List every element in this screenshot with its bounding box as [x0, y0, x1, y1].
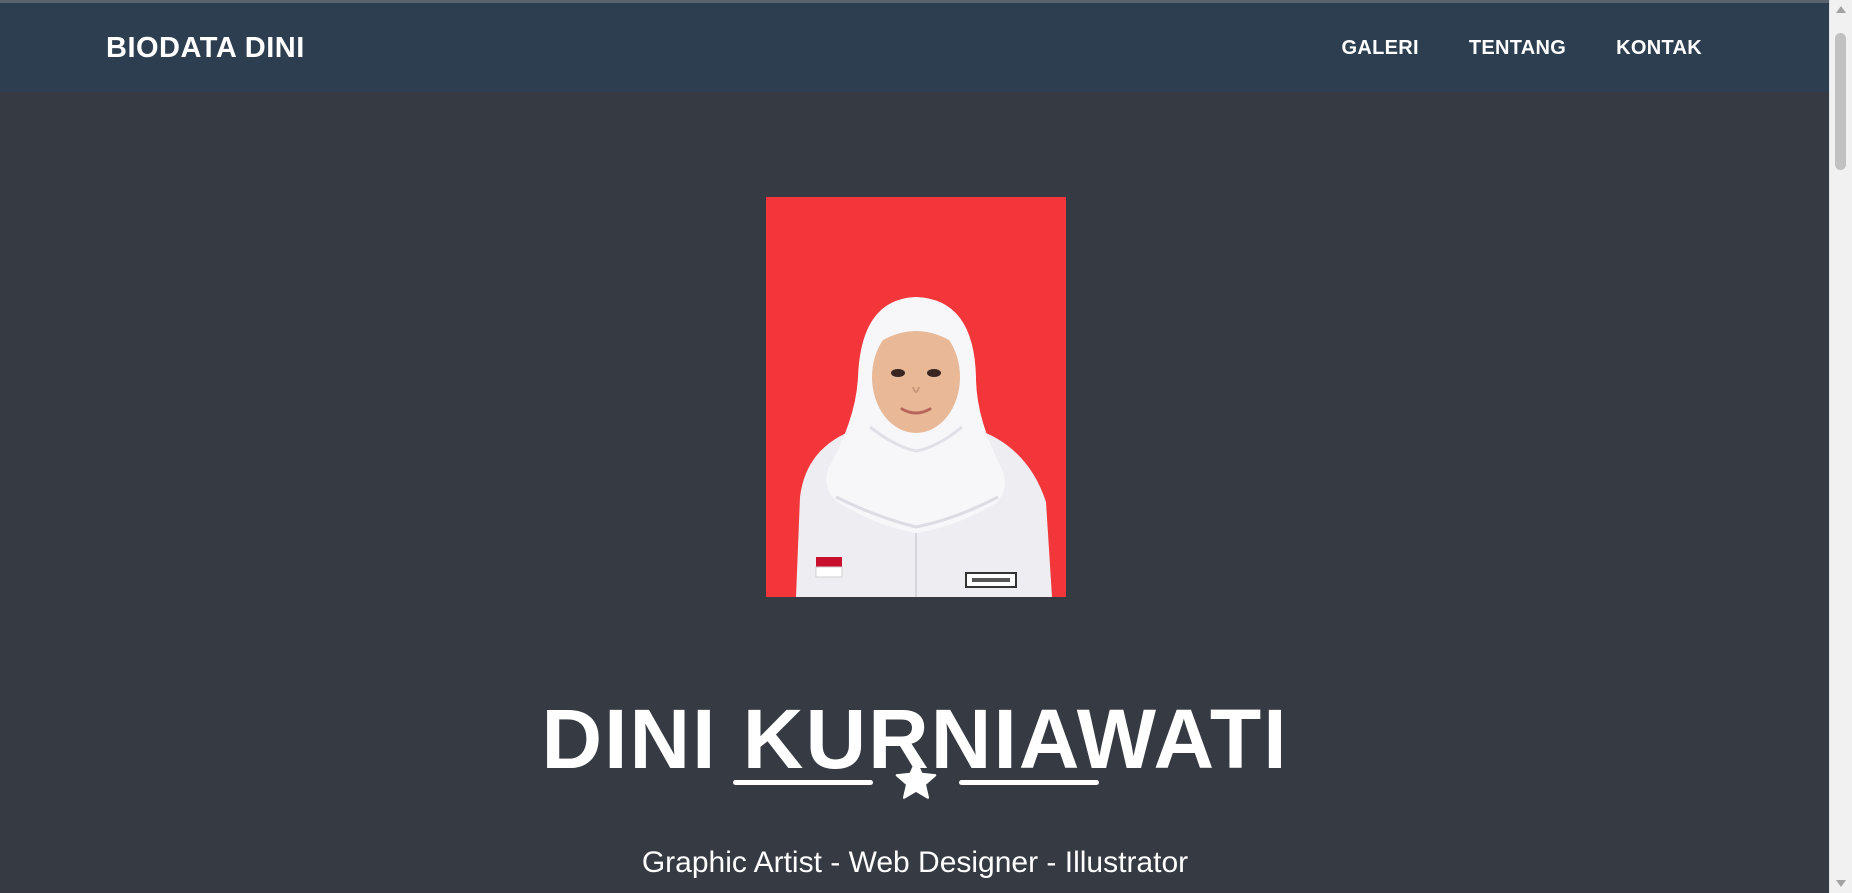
- nav-link-galeri[interactable]: GALERI: [1341, 37, 1418, 60]
- nav-link-kontak[interactable]: KONTAK: [1616, 37, 1702, 60]
- scroll-up-arrow-icon[interactable]: [1836, 6, 1846, 13]
- divider-line-right: [959, 780, 1099, 785]
- navbar: BIODATA DINI GALERI TENTANG KONTAK: [0, 3, 1830, 92]
- browser-viewport: BIODATA DINI GALERI TENTANG KONTAK DINI …: [0, 0, 1852, 893]
- brand-link[interactable]: BIODATA DINI: [106, 32, 305, 65]
- masthead: DINI KURNIAWATI Graphic Artist - Web Des…: [0, 92, 1830, 893]
- profile-photo: [766, 197, 1066, 597]
- profession-subtitle: Graphic Artist - Web Designer - Illustra…: [641, 846, 1189, 879]
- star-icon: [895, 760, 937, 799]
- star-divider: [733, 758, 1099, 806]
- nav-link-tentang[interactable]: TENTANG: [1469, 37, 1566, 60]
- divider-line-left: [733, 780, 873, 785]
- vertical-scrollbar[interactable]: [1829, 0, 1852, 893]
- profile-photo-illustration: [766, 197, 1066, 597]
- nav-menu: GALERI TENTANG KONTAK: [1341, 37, 1702, 60]
- scroll-down-arrow-icon[interactable]: [1836, 880, 1846, 887]
- scrollbar-thumb[interactable]: [1835, 33, 1846, 170]
